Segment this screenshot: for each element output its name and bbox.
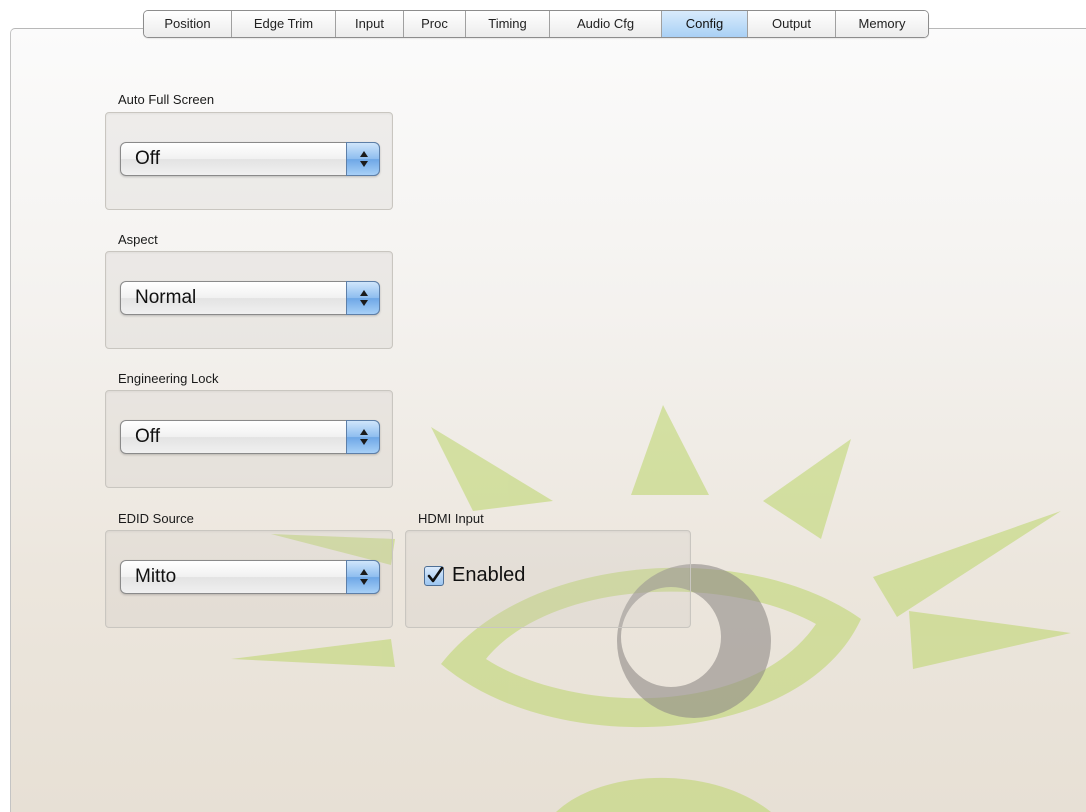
engineering-lock-label: Engineering Lock [118,371,219,386]
select-stepper-icon [346,281,380,315]
tab-memory[interactable]: Memory [836,11,928,37]
tab-input[interactable]: Input [336,11,404,37]
hdmi-enabled-label[interactable]: Enabled [452,564,525,587]
select-stepper-icon [346,142,380,176]
tab-position[interactable]: Position [144,11,232,37]
auto-full-screen-label: Auto Full Screen [118,92,215,107]
edid-source-label: EDID Source [118,511,194,526]
engineering-lock-select[interactable]: Off [120,420,380,454]
checkmark-icon [427,567,444,583]
tab-audio-cfg[interactable]: Audio Cfg [550,11,662,37]
edid-source-select[interactable]: Mitto [120,560,380,594]
engineering-lock-value: Off [135,426,160,447]
aspect-select[interactable]: Normal [120,281,380,315]
hdmi-enabled-checkbox[interactable] [424,566,444,586]
auto-full-screen-select[interactable]: Off [120,142,380,176]
aspect-value: Normal [135,287,197,308]
tab-bar: Position Edge Trim Input Proc Timing Aud… [143,10,929,38]
hdmi-input-label: HDMI Input [418,511,484,526]
aspect-label: Aspect [118,232,158,247]
select-stepper-icon [346,560,380,594]
tab-timing[interactable]: Timing [466,11,550,37]
tab-proc[interactable]: Proc [404,11,466,37]
tab-edge-trim[interactable]: Edge Trim [232,11,336,37]
hdmi-input-group [405,530,691,628]
edid-source-value: Mitto [135,566,177,587]
auto-full-screen-value: Off [135,148,160,169]
tab-config[interactable]: Config [662,11,748,37]
select-stepper-icon [346,420,380,454]
tab-output[interactable]: Output [748,11,836,37]
